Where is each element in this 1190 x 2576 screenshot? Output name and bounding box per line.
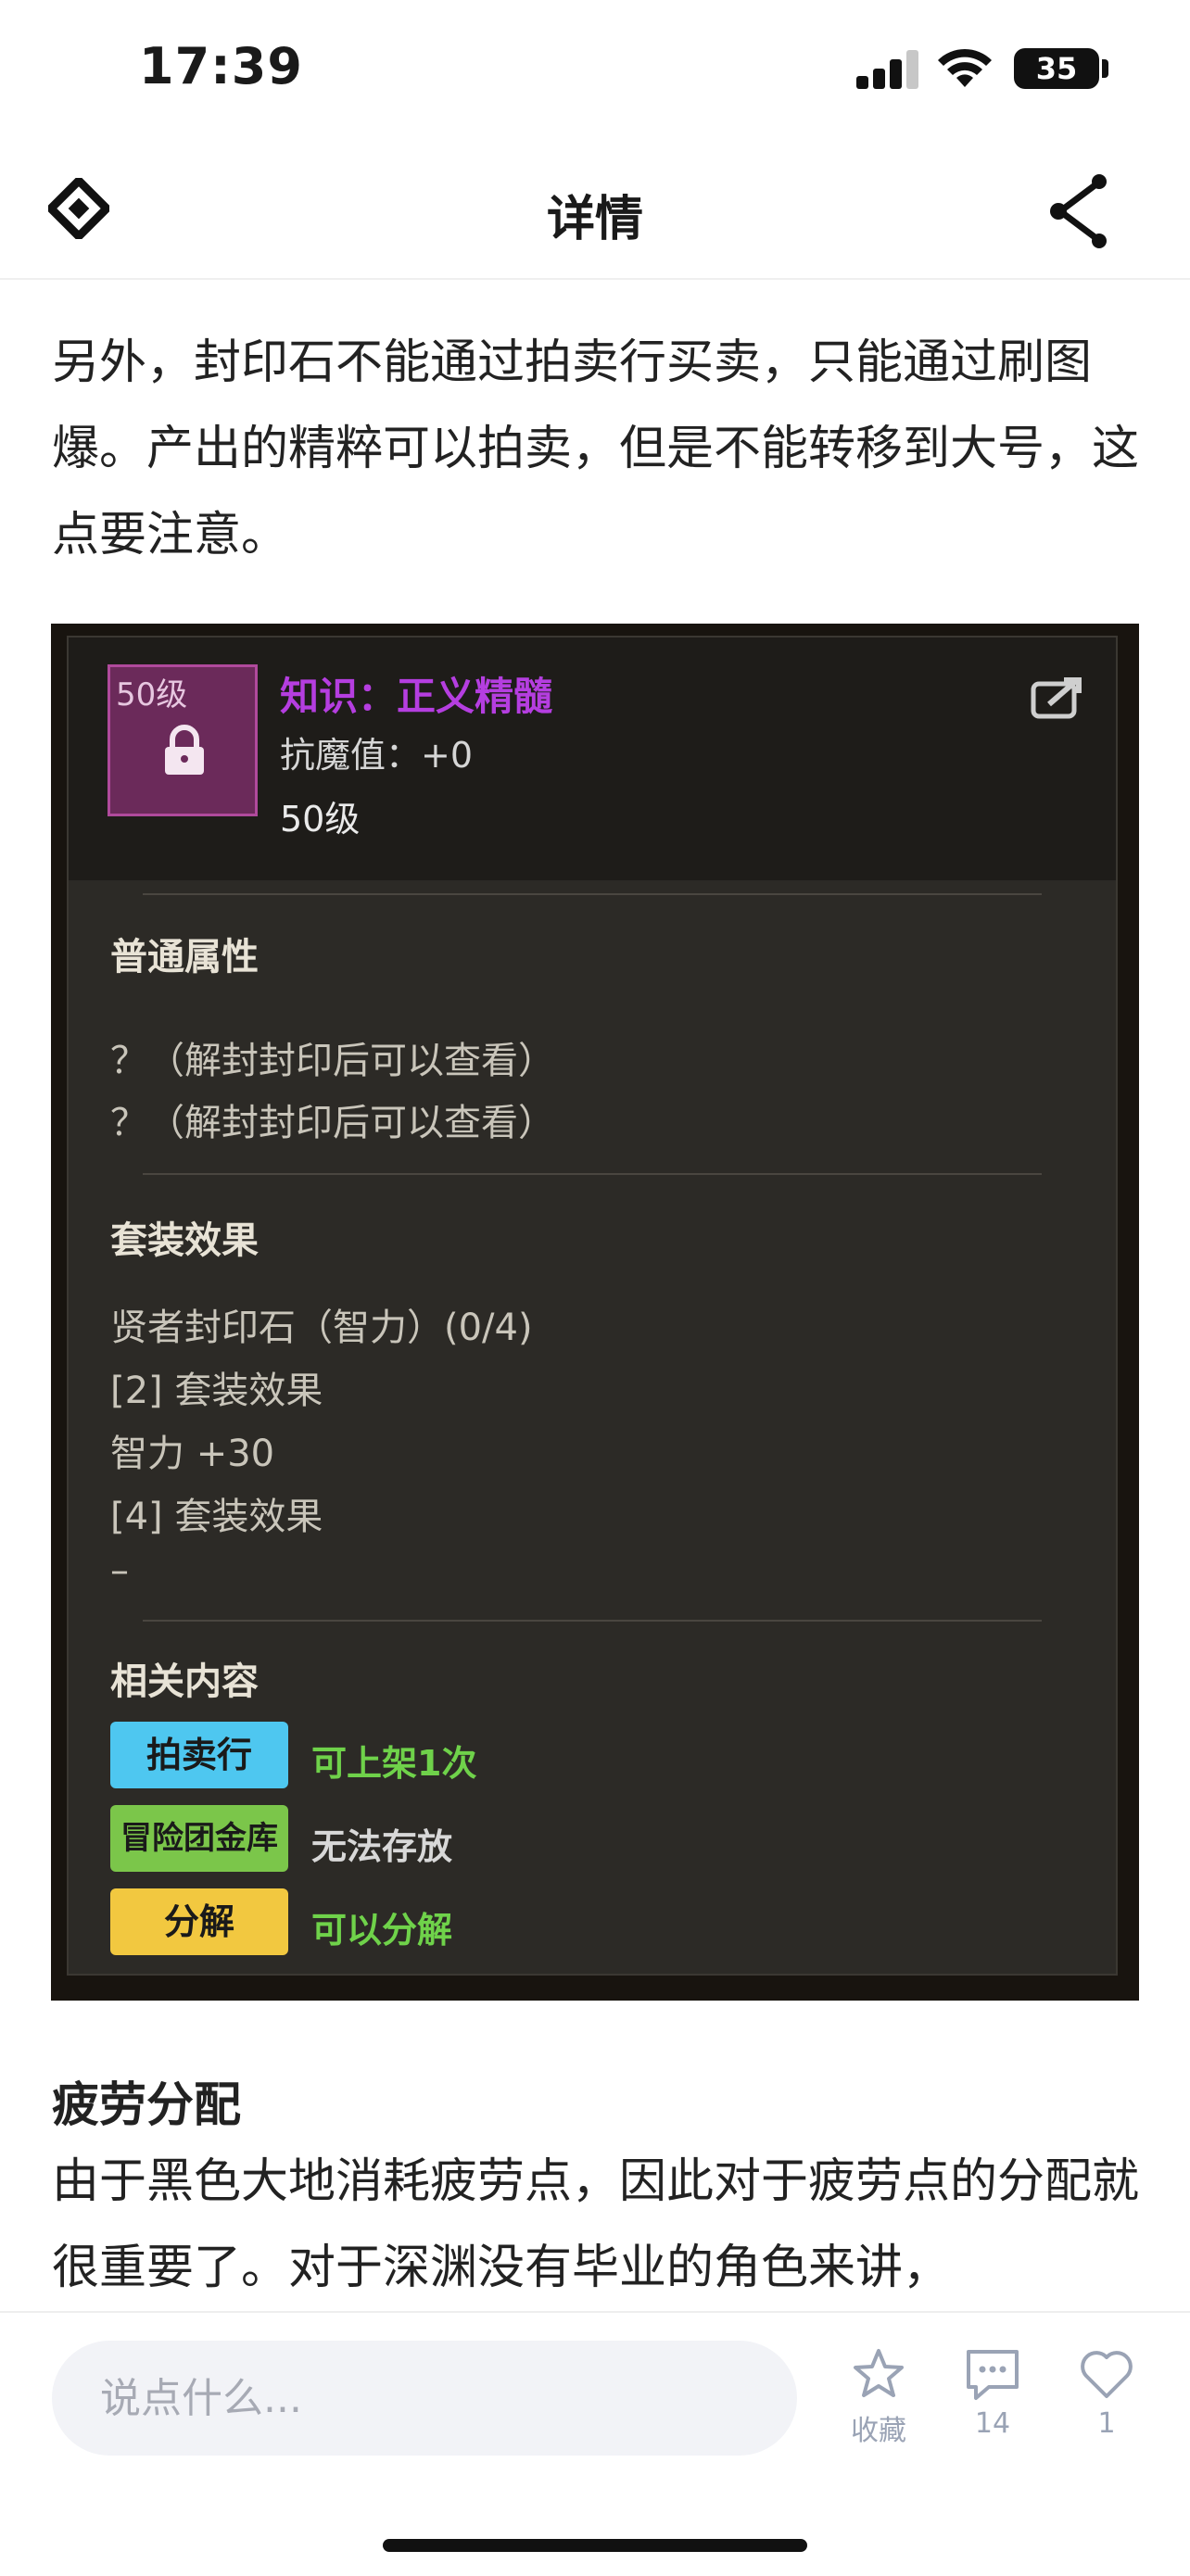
section-divider bbox=[143, 893, 1042, 895]
battery-cap bbox=[1102, 59, 1108, 78]
cellular-signal-icon bbox=[856, 48, 918, 89]
article-paragraph: 由于黑色大地消耗疲劳点，因此对于疲劳点的分配就很重要了。对于深渊没有毕业的角色来… bbox=[52, 2154, 1140, 2295]
like-count: 1 bbox=[1097, 2407, 1116, 2440]
basic-attribute-line: ？（解封封印后可以查看） bbox=[110, 1040, 555, 1082]
heart-icon bbox=[1081, 2351, 1133, 2398]
article-paragraph: 另外，封印石不能通过拍卖行买卖，只能通过刷图爆。产出的精粹可以拍卖，但是不能转移… bbox=[52, 335, 1140, 562]
item-level: 50级 bbox=[280, 799, 361, 840]
set-effect-line: – bbox=[110, 1549, 129, 1592]
set-effect-line: [2] 套装效果 bbox=[110, 1370, 323, 1412]
item-icon: 50级 bbox=[108, 664, 258, 816]
share-icon[interactable] bbox=[1045, 172, 1110, 250]
item-name: 知识：正义精髓 bbox=[280, 674, 553, 719]
nav-bar: 详情 bbox=[0, 139, 1190, 280]
bottom-action-bar: 收藏 14 1 bbox=[0, 2311, 1190, 2576]
auction-house-tag: 拍卖行 bbox=[110, 1722, 288, 1788]
item-header: 50级 知识：正义精髓 抗魔值：+0 50级 bbox=[69, 638, 1116, 880]
article-image-game-tooltip[interactable]: 50级 知识：正义精髓 抗魔值：+0 50级 普通属性 ？（解封封印后可以查看）… bbox=[51, 624, 1139, 2001]
comment-icon bbox=[967, 2350, 1019, 2400]
disassemble-text: 可以分解 bbox=[311, 1910, 453, 1951]
comment-count: 14 bbox=[974, 2407, 1011, 2440]
comment-button[interactable]: 14 bbox=[942, 2346, 1044, 2440]
comment-input[interactable] bbox=[52, 2341, 797, 2456]
favorite-button[interactable]: 收藏 bbox=[828, 2346, 930, 2448]
battery-level: 35 bbox=[1014, 48, 1099, 89]
item-tooltip-panel: 50级 知识：正义精髓 抗魔值：+0 50级 普通属性 ？（解封封印后可以查看）… bbox=[67, 636, 1118, 1976]
like-button[interactable]: 1 bbox=[1056, 2346, 1158, 2440]
favorite-label: 收藏 bbox=[851, 2415, 906, 2447]
section-heading: 疲劳分配 bbox=[52, 2078, 242, 2133]
guild-vault-text: 无法存放 bbox=[311, 1826, 453, 1867]
basic-attributes-title: 普通属性 bbox=[110, 936, 259, 979]
section-divider bbox=[143, 1173, 1042, 1175]
status-bar: 17:39 35 bbox=[0, 0, 1190, 139]
set-effect-line: 智力 +30 bbox=[110, 1433, 275, 1475]
item-icon-level: 50级 bbox=[116, 676, 188, 713]
related-content-title: 相关内容 bbox=[110, 1661, 259, 1703]
set-effect-line: [4] 套装效果 bbox=[110, 1496, 323, 1538]
status-time: 17:39 bbox=[139, 37, 303, 95]
lock-icon bbox=[165, 725, 204, 775]
set-effect-title: 套装效果 bbox=[110, 1219, 259, 1262]
guild-vault-tag: 冒险团金库 bbox=[110, 1805, 288, 1872]
page-title: 详情 bbox=[546, 192, 643, 247]
section-divider bbox=[143, 1620, 1042, 1622]
home-indicator bbox=[383, 2539, 807, 2552]
star-icon bbox=[854, 2349, 904, 2397]
disassemble-tag: 分解 bbox=[110, 1888, 288, 1955]
item-resist-stat: 抗魔值：+0 bbox=[280, 735, 474, 776]
wifi-icon bbox=[938, 48, 992, 87]
export-icon bbox=[1031, 677, 1082, 719]
auction-house-text: 可上架1次 bbox=[311, 1743, 477, 1784]
basic-attribute-line: ？（解封封印后可以查看） bbox=[110, 1102, 555, 1144]
set-effect-line: 贤者封印石（智力）(0/4) bbox=[110, 1307, 533, 1349]
